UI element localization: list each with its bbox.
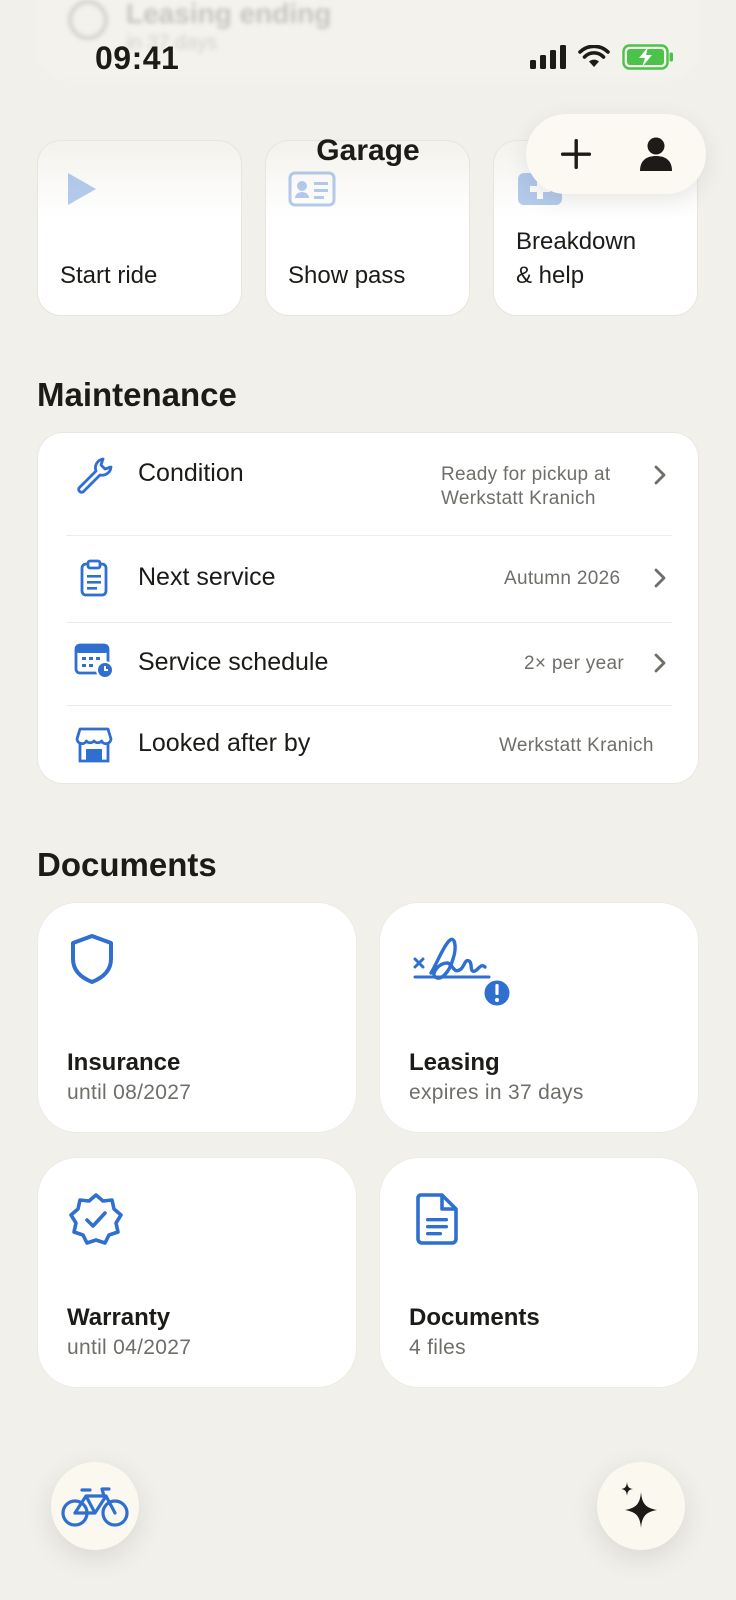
- garage-screen: Leasing ending in 37 days 09:41 Start ri…: [0, 0, 736, 1600]
- id-card-icon: [288, 171, 336, 207]
- cellular-icon: [530, 45, 566, 69]
- warranty-title: Warranty: [67, 1304, 171, 1331]
- documents-title: Documents: [37, 846, 217, 883]
- verified-badge-icon: [69, 1193, 123, 1245]
- insurance-title: Insurance: [67, 1049, 181, 1076]
- warranty-card[interactable]: Warranty until 04/2027: [37, 1157, 357, 1388]
- profile-icon: [640, 137, 672, 171]
- service-schedule-label: Service schedule: [138, 648, 329, 676]
- leasing-title: Leasing: [409, 1049, 500, 1076]
- chevron-right-icon: [654, 568, 666, 588]
- bike-button[interactable]: [51, 1462, 139, 1550]
- breakdown-help-label: Breakdown & help: [516, 228, 637, 289]
- next-service-label: Next service: [138, 563, 276, 591]
- status-icons: [530, 44, 674, 70]
- leasing-card[interactable]: Leasing expires in 37 days: [379, 902, 699, 1133]
- sparkles-icon: [621, 1482, 657, 1528]
- add-button[interactable]: [546, 124, 606, 184]
- wrench-icon: [77, 457, 113, 494]
- insurance-card[interactable]: Insurance until 08/2027: [37, 902, 357, 1133]
- status-bar: 09:41: [0, 0, 736, 110]
- maintenance-row-looked-after-by[interactable]: Looked after by Werkstatt Kranich: [38, 706, 700, 784]
- signature-alert-icon: [413, 937, 513, 1009]
- battery-charging-icon: [622, 44, 673, 70]
- maintenance-row-next-service[interactable]: Next service Autumn 2026: [38, 536, 700, 618]
- show-pass-label: Show pass: [288, 262, 406, 289]
- clipboard-icon: [80, 559, 108, 597]
- insurance-subtitle: until 08/2027: [67, 1081, 192, 1104]
- profile-button[interactable]: [626, 124, 686, 184]
- maintenance-card: Condition Ready for pickup at Werkstatt …: [37, 432, 699, 784]
- assistant-button[interactable]: [597, 1462, 685, 1550]
- documents-card[interactable]: Documents 4 files: [379, 1157, 699, 1388]
- calendar-clock-icon: [74, 643, 114, 679]
- store-icon: [75, 727, 113, 763]
- documents-card-title: Documents: [409, 1304, 540, 1331]
- chevron-right-icon: [654, 465, 666, 485]
- condition-value: Ready for pickup at Werkstatt Kranich: [441, 464, 611, 509]
- maintenance-title: Maintenance: [37, 376, 237, 413]
- warranty-subtitle: until 04/2027: [67, 1336, 192, 1359]
- add-icon: [561, 139, 591, 169]
- maintenance-row-service-schedule[interactable]: Service schedule 2× per year: [38, 623, 700, 705]
- header-actions: [526, 114, 706, 194]
- condition-label: Condition: [138, 459, 244, 487]
- service-schedule-value: 2× per year: [524, 653, 624, 674]
- play-icon: [68, 173, 96, 205]
- looked-after-by-label: Looked after by: [138, 729, 311, 757]
- chevron-right-icon: [654, 653, 666, 673]
- status-time: 09:41: [95, 40, 180, 76]
- documents-card-subtitle: 4 files: [409, 1336, 466, 1359]
- leasing-subtitle: expires in 37 days: [409, 1081, 584, 1104]
- shield-icon: [71, 934, 113, 984]
- next-service-value: Autumn 2026: [504, 568, 621, 589]
- maintenance-row-condition[interactable]: Condition Ready for pickup at Werkstatt …: [38, 433, 700, 537]
- wifi-icon: [578, 45, 610, 67]
- start-ride-label: Start ride: [60, 262, 158, 289]
- bicycle-icon: [61, 1487, 129, 1527]
- document-icon: [416, 1193, 458, 1245]
- looked-after-by-value: Werkstatt Kranich: [499, 735, 654, 756]
